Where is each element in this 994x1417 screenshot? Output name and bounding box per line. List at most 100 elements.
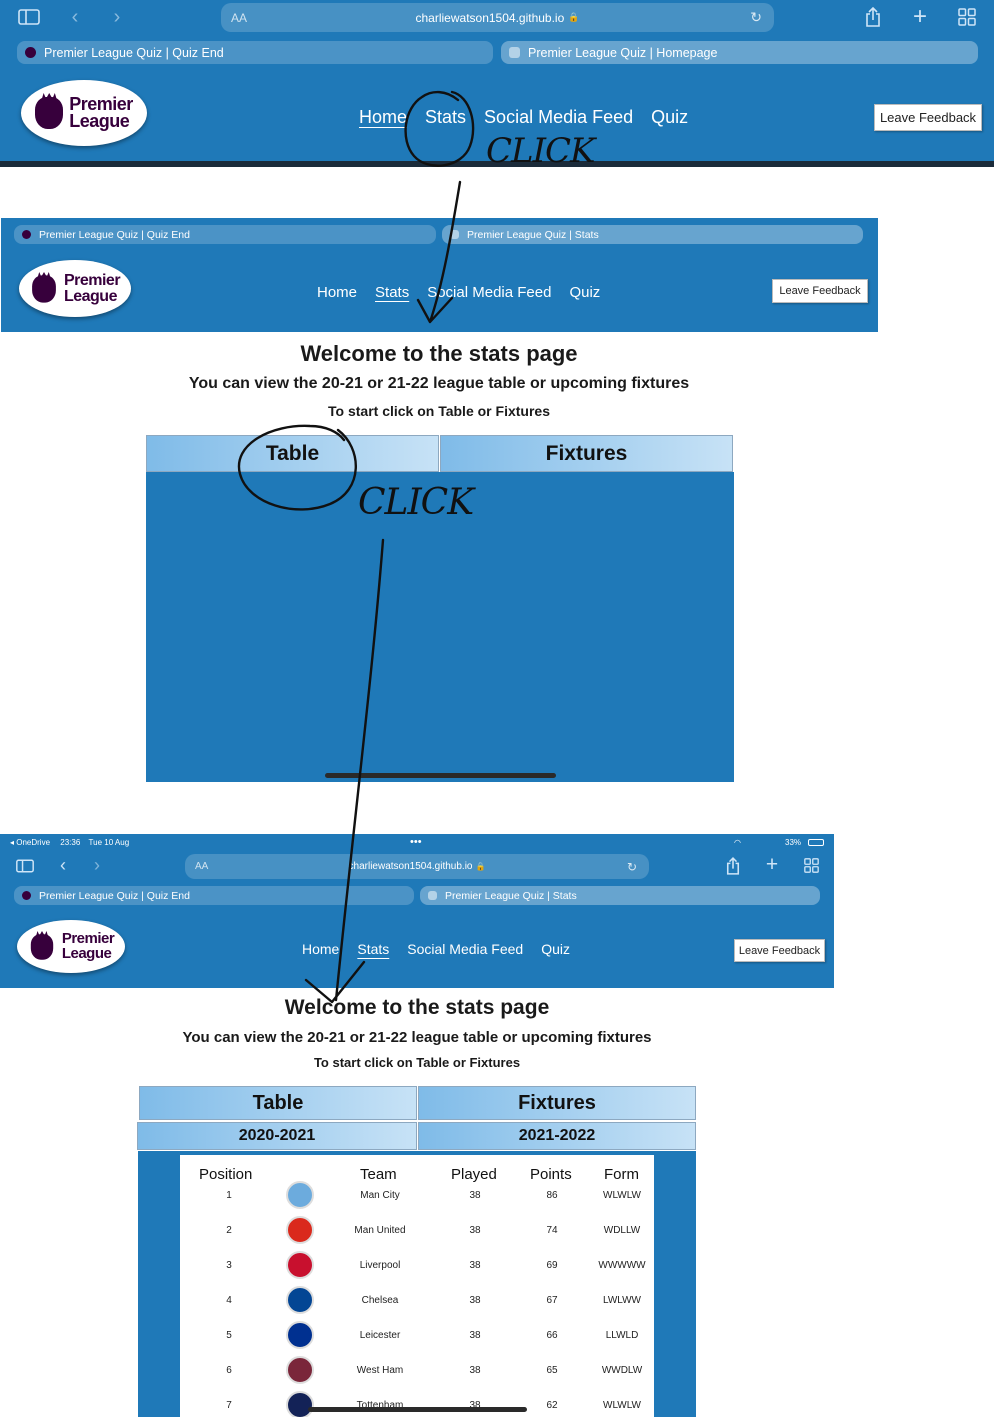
nav-social-media-feed[interactable]: Social Media Feed: [407, 941, 523, 957]
fixtures-tab-button[interactable]: Fixtures: [440, 435, 733, 472]
page-title: Welcome to the stats page: [284, 996, 550, 1019]
reload-icon[interactable]: ↻: [750, 9, 762, 26]
cell-position: 6: [226, 1365, 232, 1376]
close-tab-icon[interactable]: [450, 230, 459, 239]
table-row: 7 Tottenham 38 62 WLWLW: [180, 1388, 654, 1417]
cell-position: 5: [226, 1330, 232, 1341]
reload-icon[interactable]: ↻: [627, 860, 637, 874]
browser-tab-quiz-end[interactable]: Premier League Quiz | Quiz End: [14, 886, 414, 905]
nav-stats[interactable]: Stats: [375, 284, 409, 301]
screenshot-stats-table: ◂ OneDrive 23:36 Tue 10 Aug ••• ◠ 33% ‹ …: [0, 834, 834, 988]
multitask-dots[interactable]: •••: [410, 836, 422, 848]
nav-quiz[interactable]: Quiz: [569, 284, 600, 301]
forward-icon[interactable]: ›: [106, 6, 128, 28]
new-tab-icon[interactable]: +: [908, 3, 932, 30]
table-tab-button[interactable]: Table: [139, 1086, 417, 1120]
nav-stats[interactable]: Stats: [425, 107, 466, 128]
cell-position: 2: [226, 1225, 232, 1236]
main-nav: Home Stats Social Media Feed Quiz: [317, 284, 618, 301]
team-crest-icon: [286, 1391, 314, 1417]
status-app[interactable]: ◂ OneDrive: [10, 838, 50, 847]
nav-home[interactable]: Home: [302, 941, 339, 957]
close-tab-icon[interactable]: [428, 891, 437, 900]
home-indicator: [308, 1407, 527, 1412]
nav-home[interactable]: Home: [317, 284, 357, 301]
reader-text-size-button[interactable]: AA: [195, 861, 208, 872]
leave-feedback-button[interactable]: Leave Feedback: [874, 104, 982, 131]
cell-played: 38: [469, 1295, 481, 1306]
nav-quiz[interactable]: Quiz: [541, 941, 570, 957]
league-table: Position Team Played Points Form 1 Man Ci…: [180, 1155, 654, 1417]
screenshot-stats-page: Premier League Quiz | Quiz End Premier L…: [1, 218, 878, 332]
premier-league-logo[interactable]: Premier League: [17, 920, 125, 973]
stats-content-panel: [146, 472, 734, 782]
nav-social-media-feed[interactable]: Social Media Feed: [427, 284, 551, 301]
cell-position: 3: [226, 1260, 232, 1271]
browser-tab-quiz-end[interactable]: Premier League Quiz | Quiz End: [17, 41, 493, 64]
fixtures-tab-button[interactable]: Fixtures: [418, 1086, 696, 1120]
cell-team: Man City: [360, 1190, 400, 1201]
cell-form: WLWLW: [603, 1400, 641, 1411]
url-bar[interactable]: AA charliewatson1504.github.io 🔒 ↻: [185, 854, 649, 879]
season-2021-2022-button[interactable]: 2021-2022: [418, 1122, 696, 1150]
sidebar-icon[interactable]: [14, 856, 36, 876]
back-icon[interactable]: ‹: [64, 6, 86, 28]
season-2020-2021-button[interactable]: 2020-2021: [137, 1122, 417, 1150]
cell-points: 69: [546, 1260, 558, 1271]
lion-crest-icon: [35, 97, 64, 129]
status-date: Tue 10 Aug: [88, 838, 130, 847]
browser-tab-stats[interactable]: Premier League Quiz | Stats: [442, 225, 863, 244]
table-row: 4 Chelsea 38 67 LWLWW: [180, 1283, 654, 1318]
premier-league-favicon: [22, 891, 31, 900]
sidebar-icon[interactable]: [16, 6, 42, 28]
browser-tab-homepage[interactable]: Premier League Quiz | Homepage: [501, 41, 978, 64]
table-tab-button[interactable]: Table: [146, 435, 439, 472]
nav-quiz[interactable]: Quiz: [651, 107, 688, 128]
url-bar[interactable]: AA charliewatson1504.github.io 🔒 ↻: [221, 3, 774, 32]
tabs-overview-icon[interactable]: [802, 856, 820, 874]
table-row: 3 Liverpool 38 69 WWWWW: [180, 1248, 654, 1283]
cell-points: 74: [546, 1225, 558, 1236]
cell-position: 4: [226, 1295, 232, 1306]
leave-feedback-button[interactable]: Leave Feedback: [772, 279, 868, 303]
home-indicator: [325, 773, 556, 778]
new-tab-icon[interactable]: +: [762, 853, 782, 876]
team-crest-icon: [286, 1216, 314, 1244]
cell-played: 38: [469, 1190, 481, 1201]
share-icon[interactable]: [723, 855, 743, 877]
nav-social-media-feed[interactable]: Social Media Feed: [484, 107, 633, 128]
cell-points: 67: [546, 1295, 558, 1306]
tab-title: Premier League Quiz | Stats: [445, 889, 577, 902]
tab-title: Premier League Quiz | Stats: [467, 228, 599, 241]
back-icon[interactable]: ‹: [54, 855, 72, 875]
premier-league-favicon: [25, 47, 36, 58]
premier-league-favicon: [22, 230, 31, 239]
team-crest-icon: [286, 1321, 314, 1349]
cell-points: 65: [546, 1365, 558, 1376]
nav-stats[interactable]: Stats: [357, 941, 389, 957]
nav-home[interactable]: Home: [359, 107, 407, 128]
forward-icon[interactable]: ›: [88, 855, 106, 875]
lion-crest-icon: [30, 933, 54, 960]
cell-played: 38: [469, 1330, 481, 1341]
leave-feedback-button[interactable]: Leave Feedback: [734, 939, 825, 962]
premier-league-logo[interactable]: Premier League: [21, 80, 147, 146]
battery-percent: 33%: [785, 838, 802, 847]
cell-position: 1: [226, 1190, 232, 1201]
reader-text-size-button[interactable]: AA: [231, 11, 247, 25]
cell-position: 7: [226, 1400, 232, 1411]
share-icon[interactable]: [862, 5, 884, 29]
cell-played: 38: [469, 1365, 481, 1376]
table-row: 1 Man City 38 86 WLWLW: [180, 1178, 654, 1213]
main-nav: Home Stats Social Media Feed Quiz: [359, 107, 706, 128]
browser-tab-quiz-end[interactable]: Premier League Quiz | Quiz End: [14, 225, 436, 244]
browser-tab-stats[interactable]: Premier League Quiz | Stats: [420, 886, 820, 905]
battery-icon: [808, 839, 824, 846]
url-text: charliewatson1504.github.io: [348, 861, 473, 872]
tab-title: Premier League Quiz | Quiz End: [39, 889, 190, 902]
tabs-overview-icon[interactable]: [956, 6, 978, 28]
cell-team: Man United: [354, 1225, 406, 1236]
premier-league-logo[interactable]: Premier League: [19, 260, 131, 317]
lock-icon: 🔒: [568, 12, 580, 22]
close-tab-icon[interactable]: [509, 47, 520, 58]
